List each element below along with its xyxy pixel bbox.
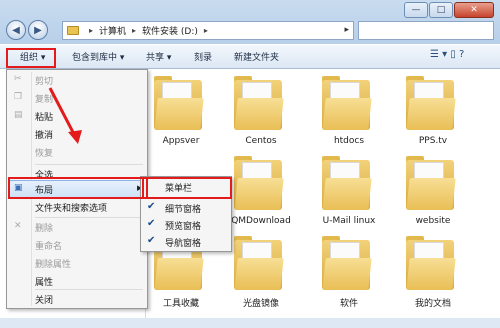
burn-button[interactable]: 刻录 xyxy=(194,50,212,63)
new-folder-button[interactable]: 新建文件夹 xyxy=(234,50,279,63)
check-icon: ✔ xyxy=(147,201,156,212)
view-options-icon[interactable]: ☰ ▾ ▯ ? xyxy=(430,49,464,60)
folder-icon xyxy=(154,76,204,130)
menu-item-delete[interactable]: 删除 xyxy=(35,221,53,234)
menu-item-close[interactable]: 关闭 xyxy=(35,293,53,306)
breadcrumb-separator: ▸ xyxy=(132,26,137,35)
forward-button[interactable]: ▶ xyxy=(28,20,48,40)
organize-highlight xyxy=(6,48,56,68)
forward-arrow-icon: ▶ xyxy=(34,24,42,36)
breadcrumb-computer[interactable]: 计算机 xyxy=(99,24,126,37)
status-bar xyxy=(0,318,500,328)
folder-item[interactable]: 我的文档 xyxy=(398,236,468,314)
folder-item[interactable]: Centos xyxy=(226,76,296,154)
submenu-item-details-pane[interactable]: 细节窗格 xyxy=(165,202,201,215)
share-button[interactable]: 共享 ▾ xyxy=(146,50,171,63)
include-in-library-button[interactable]: 包含到库中 ▾ xyxy=(72,50,124,63)
delete-icon: ✕ xyxy=(14,221,22,231)
folder-item[interactable]: htdocs xyxy=(314,76,384,154)
menu-separator xyxy=(35,217,143,218)
menu-item-folder-options[interactable]: 文件夹和搜索选项 xyxy=(35,201,107,214)
search-input[interactable] xyxy=(358,21,494,40)
folder-icon xyxy=(406,236,456,290)
breadcrumb-separator: ▸ xyxy=(89,26,94,35)
submenu-item-preview-pane[interactable]: 预览窗格 xyxy=(165,219,201,232)
folder-item[interactable]: website xyxy=(398,156,468,234)
minimize-button[interactable]: — xyxy=(404,2,428,18)
folder-icon xyxy=(234,236,284,290)
folder-icon xyxy=(322,76,372,130)
menu-item-properties[interactable]: 属性 xyxy=(35,275,53,288)
paste-icon: ▤ xyxy=(14,110,23,120)
folder-icon xyxy=(406,156,456,210)
command-bar: 组织 ▾ 包含到库中 ▾ 共享 ▾ 刻录 新建文件夹 ☰ ▾ ▯ ? xyxy=(0,45,500,69)
menu-item-remove-properties[interactable]: 删除属性 xyxy=(35,257,71,270)
folder-icon xyxy=(406,76,456,130)
folder-item[interactable]: 光盘镜像 xyxy=(226,236,296,314)
folder-item[interactable]: 软件 xyxy=(314,236,384,314)
breadcrumb-separator: ▸ xyxy=(203,26,208,35)
menu-separator xyxy=(35,289,143,290)
layout-highlight xyxy=(8,177,148,199)
window-controls: — □ ✕ xyxy=(403,2,494,18)
folder-item[interactable]: U-Mail linux xyxy=(314,156,384,234)
check-icon: ✔ xyxy=(147,235,156,246)
menu-separator xyxy=(35,164,143,165)
folder-icon xyxy=(234,76,284,130)
folder-item[interactable]: PPS.tv xyxy=(398,76,468,154)
folder-icon xyxy=(322,236,372,290)
close-button[interactable]: ✕ xyxy=(454,2,494,18)
address-bar[interactable]: ▸ 计算机 ▸ 软件安装 (D:) ▸ ▸ xyxy=(62,21,354,40)
folder-icon xyxy=(67,26,79,35)
annotation-arrow xyxy=(48,87,82,144)
folder-icon xyxy=(234,156,284,210)
maximize-button[interactable]: □ xyxy=(429,2,453,18)
menubar-highlight xyxy=(142,177,232,199)
title-bar: — □ ✕ ◀ ▶ ▸ 计算机 ▸ 软件安装 (D:) ▸ ▸ xyxy=(0,0,500,44)
folder-item[interactable]: Appsver xyxy=(146,76,216,154)
folder-item[interactable]: QMDownload xyxy=(226,156,296,234)
address-dropdown-icon[interactable]: ▸ xyxy=(344,25,349,35)
copy-icon: ❐ xyxy=(14,92,23,102)
back-button[interactable]: ◀ xyxy=(6,20,26,40)
submenu-item-navigation-pane[interactable]: 导航窗格 xyxy=(165,236,201,249)
breadcrumb-drive[interactable]: 软件安装 (D:) xyxy=(142,24,198,37)
menu-item-rename[interactable]: 重命名 xyxy=(35,239,62,252)
cut-icon: ✂ xyxy=(14,74,22,84)
back-arrow-icon: ◀ xyxy=(12,24,20,36)
check-icon: ✔ xyxy=(147,218,156,229)
folder-icon xyxy=(322,156,372,210)
